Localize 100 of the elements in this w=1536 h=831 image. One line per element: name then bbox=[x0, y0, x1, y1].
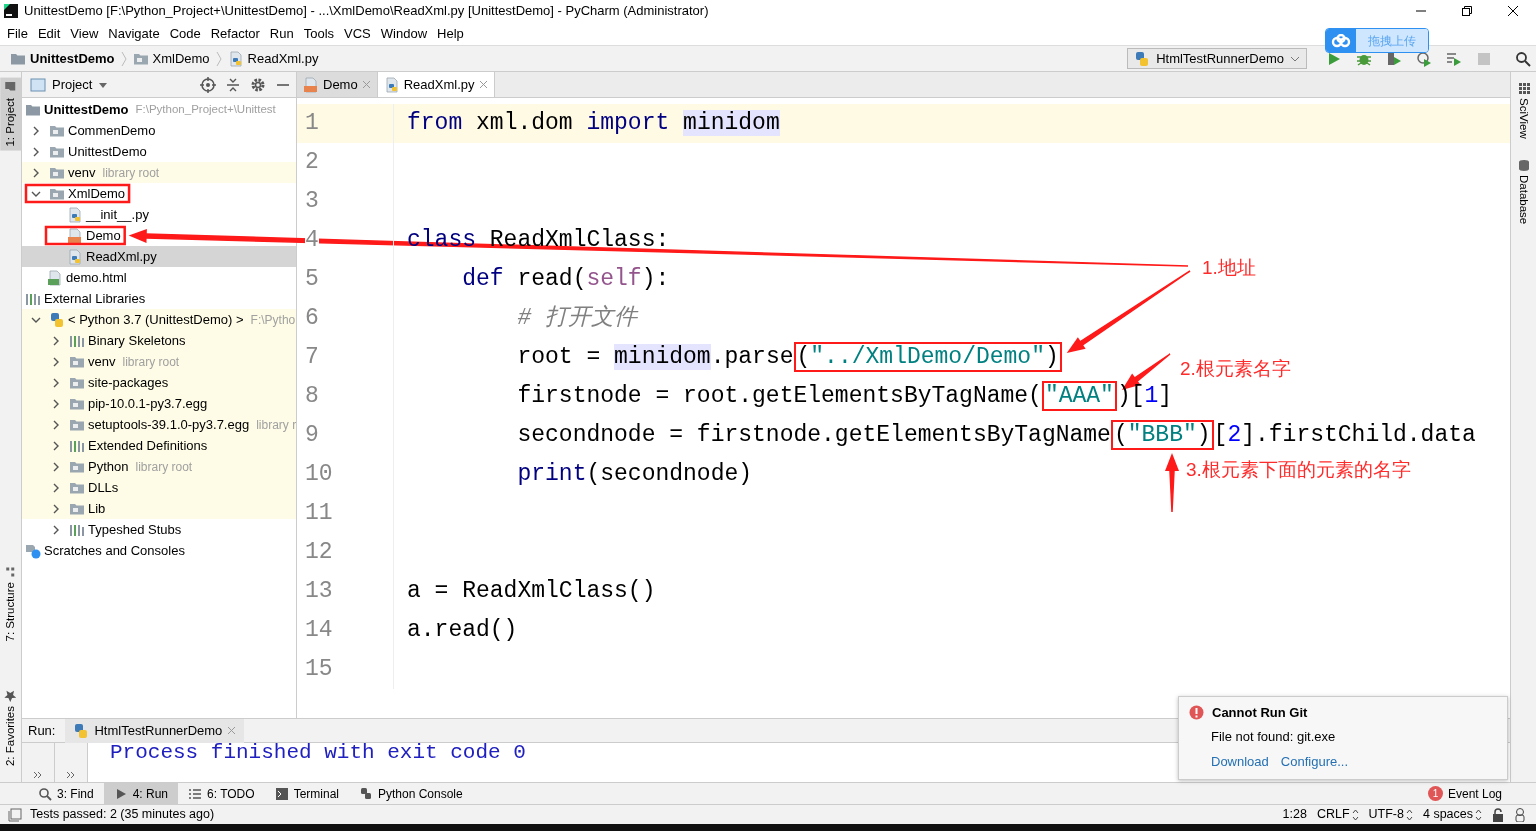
menu-item[interactable]: Run bbox=[264, 23, 299, 44]
tool-window-tab[interactable]: 4: Run bbox=[103, 782, 179, 805]
lock-icon[interactable] bbox=[1492, 807, 1504, 822]
editor-tab[interactable]: ReadXml.py bbox=[377, 72, 495, 97]
tree-item[interactable]: < Python 3.7 (UnittestDemo) > F:\Pytho bbox=[22, 309, 296, 330]
updown-icon bbox=[1405, 808, 1413, 821]
coverage-icon[interactable] bbox=[1386, 50, 1402, 67]
locate-icon[interactable] bbox=[200, 76, 216, 93]
notification-link[interactable]: Download bbox=[1211, 752, 1269, 772]
xml-file-icon bbox=[303, 76, 319, 93]
list-icon bbox=[188, 786, 203, 801]
search-icon[interactable] bbox=[1515, 50, 1531, 67]
menu-item[interactable]: Help bbox=[432, 23, 469, 44]
code-text: print(secondnode) bbox=[516, 461, 753, 487]
python-file-icon bbox=[67, 248, 83, 265]
restore-icon[interactable] bbox=[1461, 5, 1473, 17]
run-config-dropdown[interactable]: HtmlTestRunnerDemo bbox=[1127, 48, 1307, 69]
breadcrumb-item[interactable]: ReadXml.py bbox=[225, 48, 321, 69]
tree-item[interactable]: setuptools-39.1.0-py3.7.egg library r bbox=[22, 414, 296, 435]
window-title: UnittestDemo [F:\Python_Project+\UnittestDemo] - ...\XmlDemo\ReadXml.py [UnittestDemo] - PyCharm (Administrator) bbox=[24, 2, 709, 21]
menu-item[interactable]: Code bbox=[164, 23, 206, 44]
updown-icon bbox=[1351, 808, 1359, 821]
tree-item[interactable]: External Libraries bbox=[22, 288, 296, 309]
console-output: Process finished with exit code 0 bbox=[109, 743, 526, 766]
cursor-position[interactable]: 1:28 bbox=[1282, 805, 1307, 824]
tree-item[interactable]: Demo bbox=[22, 225, 296, 246]
run-icon[interactable] bbox=[1326, 50, 1342, 67]
tree-item[interactable]: Scratches and Consoles bbox=[22, 540, 296, 561]
tree-item[interactable]: Typeshed Stubs bbox=[22, 519, 296, 540]
app-logo-icon bbox=[4, 4, 18, 18]
tree-item[interactable]: site-packages bbox=[22, 372, 296, 393]
error-icon bbox=[1189, 705, 1204, 721]
tool-window-tab[interactable]: 6: TODO bbox=[178, 782, 265, 805]
panel-title-dropdown[interactable]: Project bbox=[52, 74, 93, 95]
panel-toggle-icon[interactable] bbox=[8, 807, 22, 822]
profiler-icon[interactable] bbox=[1416, 50, 1432, 67]
expand-icon[interactable] bbox=[33, 771, 43, 779]
tree-item[interactable]: Python library root bbox=[22, 456, 296, 477]
notification-link[interactable]: Configure... bbox=[1280, 752, 1349, 772]
tree-item[interactable]: Lib bbox=[22, 498, 296, 519]
tree-item[interactable]: ReadXml.py bbox=[22, 246, 296, 267]
tree-item[interactable]: venv library root bbox=[22, 351, 296, 372]
breadcrumb-item[interactable]: XmlDemo bbox=[130, 48, 212, 69]
tool-window-tab[interactable]: 3: Find bbox=[28, 782, 104, 805]
menu-item[interactable]: Edit bbox=[32, 23, 66, 44]
tree-item[interactable]: CommenDemo bbox=[22, 120, 296, 141]
separator-icon bbox=[120, 50, 127, 67]
notification-title: Cannot Run Git bbox=[1212, 704, 1308, 722]
tool-window-button[interactable]: 2: Favorites bbox=[0, 685, 22, 770]
annotation-arrow bbox=[1165, 453, 1179, 513]
tree-item[interactable]: DLLs bbox=[22, 477, 296, 498]
tool-window-tab[interactable]: Python Console bbox=[349, 782, 473, 805]
path-hint: library root bbox=[135, 458, 193, 476]
python-icon bbox=[73, 722, 90, 739]
menu-item[interactable]: View bbox=[65, 23, 104, 44]
terminal-icon bbox=[274, 786, 289, 801]
code-text: def read(self): bbox=[461, 266, 670, 292]
tree-item[interactable]: __init__.py bbox=[22, 204, 296, 225]
event-log-button[interactable]: 1 Event Log bbox=[1427, 784, 1536, 803]
path-hint: F:\Pytho bbox=[250, 311, 296, 329]
run-tab[interactable]: HtmlTestRunnerDemo bbox=[65, 718, 245, 743]
path-hint: library root bbox=[102, 164, 160, 182]
tool-window-button[interactable]: Database bbox=[1514, 158, 1533, 224]
python-icon bbox=[1134, 50, 1151, 67]
menu-item[interactable]: Window bbox=[375, 23, 433, 44]
tree-item[interactable]: XmlDemo bbox=[22, 183, 296, 204]
tree-item[interactable]: Extended Definitions bbox=[22, 435, 296, 456]
status-selector[interactable]: 4 spaces bbox=[1422, 805, 1482, 824]
run-list-icon[interactable] bbox=[1446, 50, 1462, 67]
grid-icon bbox=[1517, 82, 1530, 94]
menu-item[interactable]: Navigate bbox=[103, 23, 165, 44]
search-icon bbox=[38, 786, 52, 801]
tree-item[interactable]: Binary Skeletons bbox=[22, 330, 296, 351]
expand-icon[interactable] bbox=[66, 771, 76, 779]
tool-window-button[interactable]: 7: Structure bbox=[0, 562, 22, 646]
editor-tab[interactable]: Demo bbox=[297, 72, 378, 97]
collapse-all-icon[interactable] bbox=[226, 76, 240, 93]
menu-item[interactable]: File bbox=[2, 23, 33, 44]
breadcrumb-item[interactable]: UnittestDemo bbox=[8, 48, 117, 69]
inspector-icon[interactable] bbox=[1514, 807, 1526, 822]
highlighted-code: "AAA" bbox=[1041, 381, 1117, 411]
settings-icon[interactable] bbox=[250, 76, 266, 93]
python-file-icon bbox=[383, 76, 400, 93]
tree-item[interactable]: UnittestDemo F:\Python_Project+\Unittest bbox=[22, 99, 296, 120]
tool-window-tab[interactable]: Terminal bbox=[264, 782, 349, 805]
menu-item[interactable]: Refactor bbox=[205, 23, 265, 44]
close-icon[interactable] bbox=[1507, 5, 1519, 17]
tree-item[interactable]: demo.html bbox=[22, 267, 296, 288]
tree-item[interactable]: pip-10.0.1-py3.7.egg bbox=[22, 393, 296, 414]
tree-item[interactable]: venv library root bbox=[22, 162, 296, 183]
tool-window-button[interactable]: SciView bbox=[1514, 82, 1533, 139]
tool-window-button[interactable]: 1: Project bbox=[0, 78, 22, 151]
status-message: Tests passed: 2 (35 minutes ago) bbox=[30, 806, 215, 824]
menu-item[interactable]: Tools bbox=[298, 23, 340, 44]
status-selector[interactable]: CRLF bbox=[1316, 805, 1359, 824]
code-text: firstnode = root.getElementsByTagName( bbox=[516, 383, 1042, 409]
tree-item[interactable]: UnittestDemo bbox=[22, 141, 296, 162]
status-selector[interactable]: UTF-8 bbox=[1368, 805, 1413, 824]
menu-item[interactable]: VCS bbox=[339, 23, 376, 44]
python-file-icon bbox=[227, 50, 244, 67]
